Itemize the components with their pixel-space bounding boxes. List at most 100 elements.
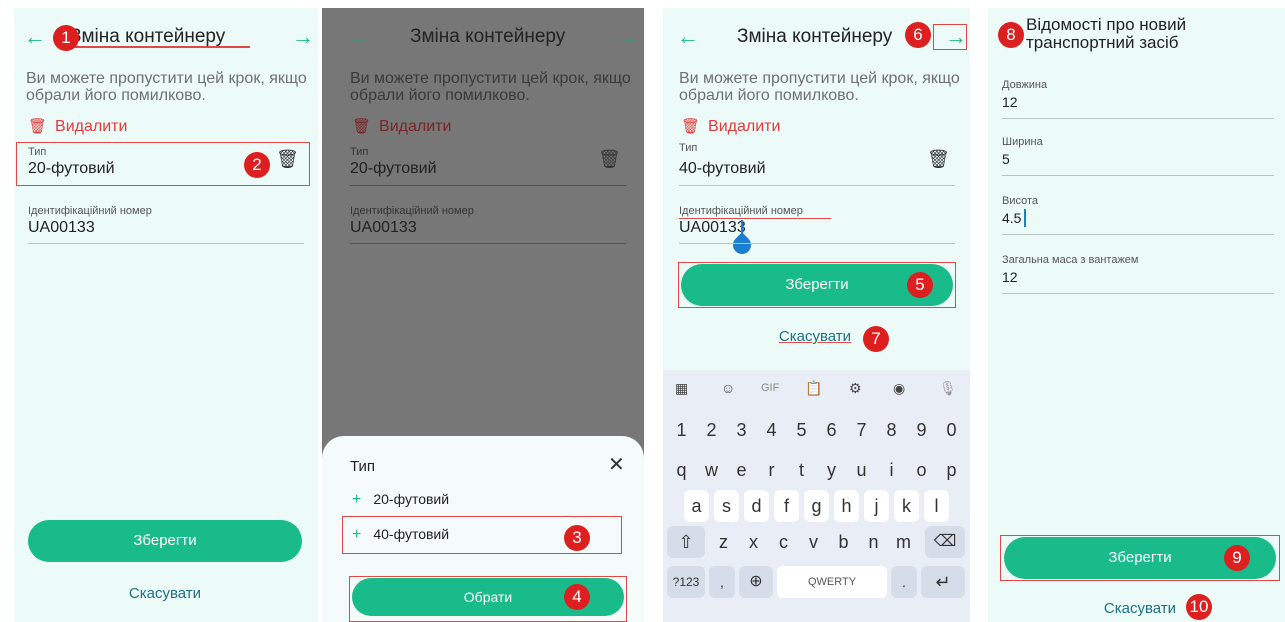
tutorial-composite: ← Зміна контейнеру → Ви можете пропустит… xyxy=(0,0,1285,622)
height-value[interactable]: 4.5 xyxy=(1002,209,1021,227)
letter-key[interactable]: o xyxy=(909,454,934,486)
letter-key[interactable]: q xyxy=(669,454,694,486)
number-key[interactable]: 0 xyxy=(939,414,964,446)
screen-type-picker: ← Зміна контейнеру → Ви можете пропустит… xyxy=(322,8,644,622)
sticker-icon[interactable]: ☺ xyxy=(721,380,735,396)
width-label: Ширина xyxy=(1002,136,1043,148)
shift-icon[interactable]: ⇧ xyxy=(667,526,705,558)
letter-key[interactable]: d xyxy=(744,490,769,522)
step-badge-8: 8 xyxy=(998,22,1024,48)
number-key[interactable]: 3 xyxy=(729,414,754,446)
letter-key[interactable]: r xyxy=(759,454,784,486)
letter-key[interactable]: p xyxy=(939,454,964,486)
letter-key[interactable]: u xyxy=(849,454,874,486)
width-value[interactable]: 5 xyxy=(1002,150,1010,168)
delete-button[interactable]: 🗑 Видалити xyxy=(681,118,780,136)
letter-key[interactable]: e xyxy=(729,454,754,486)
cancel-link[interactable]: Скасувати xyxy=(28,585,302,602)
letter-key[interactable]: g xyxy=(804,490,829,522)
total-mass-underline xyxy=(1002,293,1274,294)
plus-icon: + xyxy=(352,491,362,508)
period-key[interactable]: . xyxy=(891,566,917,598)
length-label: Довжина xyxy=(1002,79,1048,91)
trash-icon: 🗑 xyxy=(28,118,48,135)
globe-icon[interactable]: ⊕ xyxy=(739,566,773,598)
microphone-icon[interactable]: 🎙 xyxy=(939,380,957,397)
total-mass-label: Загальна маса з вантажем xyxy=(1002,254,1139,266)
letter-key[interactable]: n xyxy=(861,526,886,558)
letter-key[interactable]: b xyxy=(831,526,856,558)
letter-key[interactable]: y xyxy=(819,454,844,486)
step-badge-4: 4 xyxy=(564,584,590,610)
step-badge-1: 1 xyxy=(53,25,79,51)
number-key[interactable]: 5 xyxy=(789,414,814,446)
letter-key[interactable]: s xyxy=(714,490,739,522)
letter-key[interactable]: t xyxy=(789,454,814,486)
screen-edit-container: ← Зміна контейнеру → 6 Ви можете пропуст… xyxy=(663,8,970,622)
backspace-icon[interactable]: ⌫ xyxy=(925,526,965,558)
title-underline xyxy=(70,46,250,48)
letter-key[interactable]: w xyxy=(699,454,724,486)
length-value[interactable]: 12 xyxy=(1002,93,1018,111)
number-key[interactable]: 2 xyxy=(699,414,724,446)
trash-icon[interactable]: 🗑 xyxy=(927,149,950,170)
settings-gear-icon[interactable]: ⚙ xyxy=(849,380,862,397)
number-key[interactable]: 7 xyxy=(849,414,874,446)
step-badge-5: 5 xyxy=(907,272,933,298)
letter-key[interactable]: x xyxy=(741,526,766,558)
apps-grid-icon[interactable]: ▦ xyxy=(675,380,688,397)
id-field-label: Ідентифікаційний номер xyxy=(28,205,152,217)
page-title: Зміна контейнеру xyxy=(70,26,226,47)
letter-key[interactable]: j xyxy=(864,490,889,522)
id-field-underline xyxy=(679,243,955,244)
close-icon[interactable]: ✕ xyxy=(608,452,625,477)
delete-label: Видалити xyxy=(379,118,452,135)
gif-button[interactable]: GIF xyxy=(761,382,779,394)
text-cursor xyxy=(1024,209,1026,227)
total-mass-value[interactable]: 12 xyxy=(1002,268,1018,286)
letter-key[interactable]: l xyxy=(924,490,949,522)
arrow-left-icon[interactable]: ← xyxy=(677,24,699,50)
letter-key[interactable]: c xyxy=(771,526,796,558)
length-underline xyxy=(1002,118,1274,119)
letter-key[interactable]: m xyxy=(891,526,916,558)
letter-key[interactable]: a xyxy=(684,490,709,522)
delete-button[interactable]: 🗑 Видалити xyxy=(28,118,127,136)
delete-label: Видалити xyxy=(708,118,781,135)
number-key[interactable]: 8 xyxy=(879,414,904,446)
save-button[interactable]: Зберегти xyxy=(28,520,302,562)
type-field-underline xyxy=(350,185,626,186)
letter-key[interactable]: z xyxy=(711,526,736,558)
clipboard-icon[interactable]: 📋 xyxy=(805,380,822,397)
screen-new-vehicle-details: 8 Відомості про новий транспортний засіб… xyxy=(988,8,1285,622)
option-20ft[interactable]: +20-футовий xyxy=(352,491,449,509)
number-key[interactable]: 4 xyxy=(759,414,784,446)
arrow-left-icon[interactable]: ← xyxy=(24,24,46,50)
cancel-link[interactable]: Скасувати xyxy=(771,328,859,345)
letter-key[interactable]: f xyxy=(774,490,799,522)
id-field-value[interactable]: UA00133 xyxy=(679,219,746,237)
type-field-value[interactable]: 40-футовий xyxy=(679,160,766,178)
page-title: Зміна контейнеру xyxy=(410,26,566,47)
palette-icon[interactable]: ◉ xyxy=(893,380,905,397)
number-key[interactable]: 9 xyxy=(909,414,934,446)
symbols-key[interactable]: ?123 xyxy=(667,566,705,598)
comma-key[interactable]: , xyxy=(709,566,735,598)
page-title: Відомості про новий транспортний засіб xyxy=(1026,15,1187,52)
letter-key[interactable]: k xyxy=(894,490,919,522)
letter-key[interactable]: v xyxy=(801,526,826,558)
number-key[interactable]: 1 xyxy=(669,414,694,446)
letter-key[interactable]: i xyxy=(879,454,904,486)
enter-icon[interactable]: ↵ xyxy=(921,566,965,598)
arrow-right-icon[interactable]: → xyxy=(292,24,314,50)
id-field-value[interactable]: UA00133 xyxy=(28,219,95,237)
on-screen-keyboard: ▦ ☺ GIF 📋 ⚙ ◉ 🎙 1234567890 qwertyuiop as… xyxy=(663,370,970,622)
highlight-next-arrow xyxy=(933,24,967,50)
option-label: 20-футовий xyxy=(373,491,450,507)
number-key[interactable]: 6 xyxy=(819,414,844,446)
letter-key[interactable]: h xyxy=(834,490,859,522)
space-key[interactable]: QWERTY xyxy=(777,566,887,598)
type-field-label: Тип xyxy=(679,142,698,154)
cancel-link[interactable]: Скасувати xyxy=(1096,600,1184,617)
height-underline xyxy=(1002,234,1274,235)
